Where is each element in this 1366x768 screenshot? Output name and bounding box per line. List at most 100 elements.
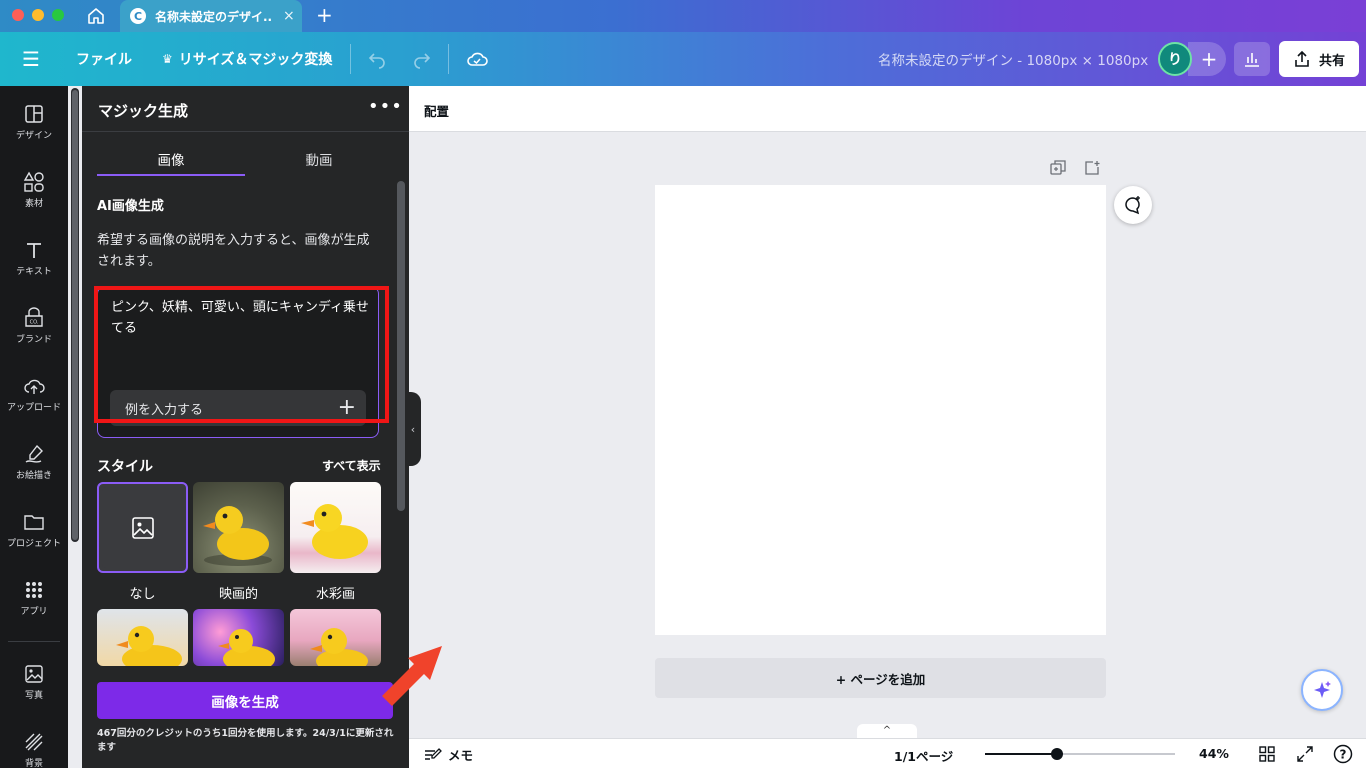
- side-rail: デザイン 素材 テキスト CO. ブランド アップロード お絵描き プロジェクト…: [0, 86, 68, 768]
- style-option-cinematic[interactable]: [193, 482, 284, 573]
- position-button[interactable]: 配置: [424, 101, 449, 120]
- add-page-icon[interactable]: [1082, 158, 1102, 178]
- document-title[interactable]: 名称未設定のデザイン - 1080px × 1080px: [878, 32, 1148, 86]
- new-tab-button[interactable]: +: [316, 4, 333, 26]
- toolbar-divider: [350, 44, 351, 74]
- duck-thumbnail-image: [310, 628, 368, 666]
- design-page[interactable]: [655, 185, 1106, 635]
- add-comment-icon[interactable]: [1114, 186, 1152, 224]
- collapse-panel-handle[interactable]: ‹: [405, 392, 421, 466]
- share-label: 共有: [1318, 53, 1345, 69]
- apps-icon: [24, 578, 44, 602]
- canva-logo-icon: C: [130, 8, 146, 24]
- magic-sparkle-icon[interactable]: [1301, 669, 1343, 711]
- document-tab[interactable]: C 名称未設定のデザイ... ×: [120, 0, 302, 32]
- rail-item-background[interactable]: 背景: [0, 730, 68, 768]
- upload-share-icon: [1295, 50, 1309, 67]
- panel-divider: [82, 131, 409, 132]
- credits-note: 467回分のクレジットのうち1回分を使用します。24/3/1に更新されます: [97, 728, 394, 753]
- rail-divider: [8, 641, 60, 642]
- style-option-5[interactable]: [193, 609, 284, 666]
- draw-icon: [23, 442, 45, 466]
- plus-icon: +: [337, 395, 356, 420]
- panel-scrollbar[interactable]: [397, 181, 405, 511]
- rail-item-photos[interactable]: 写真: [0, 662, 68, 701]
- add-page-button[interactable]: + ページを追加: [655, 658, 1106, 698]
- add-member-button[interactable]: +: [1188, 42, 1226, 76]
- style-option-none[interactable]: [97, 482, 188, 573]
- cloud-saved-icon[interactable]: [466, 32, 488, 86]
- rail-item-design[interactable]: デザイン: [0, 102, 68, 141]
- tab-close-icon[interactable]: ×: [283, 8, 295, 24]
- home-icon[interactable]: [82, 4, 110, 28]
- show-all-styles-link[interactable]: すべて表示: [322, 457, 381, 474]
- insights-chart-icon[interactable]: [1234, 42, 1270, 76]
- context-toolbar: 配置: [409, 86, 1366, 132]
- style-option-4[interactable]: [97, 609, 188, 666]
- photo-icon: [24, 662, 44, 686]
- crown-icon: ♛: [162, 52, 173, 66]
- active-tab-indicator: [97, 174, 245, 176]
- tab-title: 名称未設定のデザイ...: [155, 9, 271, 24]
- file-menu-button[interactable]: ファイル: [76, 32, 132, 86]
- more-options-icon[interactable]: •••: [368, 96, 403, 117]
- rail-item-projects[interactable]: プロジェクト: [0, 510, 68, 549]
- style-label-watercolor: 水彩画: [315, 587, 355, 602]
- magic-generation-panel: マジック生成 ••• 画像 動画 AI画像生成 希望する画像の説明を入力すると、…: [82, 86, 409, 768]
- brand-icon: CO.: [23, 306, 45, 330]
- rail-item-elements[interactable]: 素材: [0, 170, 68, 209]
- style-label-none: なし: [129, 587, 156, 602]
- rail-item-apps[interactable]: アプリ: [0, 578, 68, 617]
- prompt-textarea[interactable]: ピンク、妖精、可愛い、頭にキャンディ乗せてる 例を入力する +: [97, 286, 379, 438]
- tab-image[interactable]: 画像: [97, 149, 245, 169]
- duck-thumbnail-image: [116, 626, 182, 666]
- grid-view-icon[interactable]: [1257, 744, 1277, 764]
- maximize-window-button[interactable]: [52, 9, 64, 21]
- resize-label: リサイズ＆マジック変換: [178, 52, 333, 68]
- undo-icon[interactable]: [367, 32, 387, 86]
- upload-icon: [23, 374, 45, 398]
- style-option-watercolor[interactable]: [290, 482, 381, 573]
- rail-item-text[interactable]: テキスト: [0, 238, 68, 277]
- share-button[interactable]: 共有: [1279, 41, 1359, 77]
- text-icon: [24, 238, 44, 262]
- style-label-cinematic: 映画的: [218, 587, 258, 602]
- prompt-text[interactable]: ピンク、妖精、可愛い、頭にキャンディ乗せてる: [111, 297, 369, 339]
- notes-button[interactable]: メモ: [424, 745, 473, 764]
- image-placeholder-icon: [131, 516, 154, 539]
- rail-item-uploads[interactable]: アップロード: [0, 374, 68, 413]
- fullscreen-icon[interactable]: [1295, 744, 1315, 764]
- toolbar-divider: [448, 44, 449, 74]
- page-count[interactable]: 1/1ページ: [894, 746, 953, 765]
- bottom-bar: メモ 1/1ページ 44% ?: [409, 738, 1366, 768]
- duplicate-page-icon[interactable]: [1048, 158, 1068, 178]
- help-icon[interactable]: ?: [1333, 744, 1353, 764]
- resize-magic-switch-button[interactable]: ♛ リサイズ＆マジック変換: [162, 32, 332, 86]
- tab-video[interactable]: 動画: [245, 149, 393, 169]
- menu-icon[interactable]: ☰: [22, 32, 40, 86]
- zoom-slider-handle[interactable]: [1051, 748, 1063, 760]
- expand-pages-button[interactable]: ^: [857, 724, 917, 738]
- close-window-button[interactable]: [12, 9, 24, 21]
- duck-thumbnail-image: [218, 629, 275, 666]
- redo-icon[interactable]: [412, 32, 432, 86]
- rail-item-draw[interactable]: お絵描き: [0, 442, 68, 481]
- duck-thumbnail-image: [203, 506, 272, 566]
- shapes-icon: [23, 170, 45, 194]
- background-icon: [24, 730, 44, 754]
- editor-toolbar: ☰ ファイル ♛ リサイズ＆マジック変換 名称未設定のデザイン - 1080px…: [0, 32, 1366, 86]
- rail-scrollbar-thumb[interactable]: [72, 90, 78, 540]
- avatar[interactable]: り: [1158, 42, 1192, 76]
- duck-thumbnail-image: [301, 504, 368, 559]
- style-option-6[interactable]: [290, 609, 381, 666]
- rail-item-brand[interactable]: CO. ブランド: [0, 306, 68, 345]
- zoom-slider-fill: [985, 753, 1057, 755]
- svg-text:?: ?: [1340, 748, 1347, 762]
- enter-example-button[interactable]: 例を入力する +: [110, 390, 366, 426]
- style-section-title: スタイル: [97, 459, 153, 475]
- notes-label: メモ: [448, 748, 474, 763]
- zoom-percentage[interactable]: 44%: [1199, 746, 1229, 761]
- minimize-window-button[interactable]: [32, 9, 44, 21]
- generate-image-button[interactable]: 画像を生成: [97, 682, 393, 719]
- window-title-bar: C 名称未設定のデザイ... × +: [0, 0, 1366, 32]
